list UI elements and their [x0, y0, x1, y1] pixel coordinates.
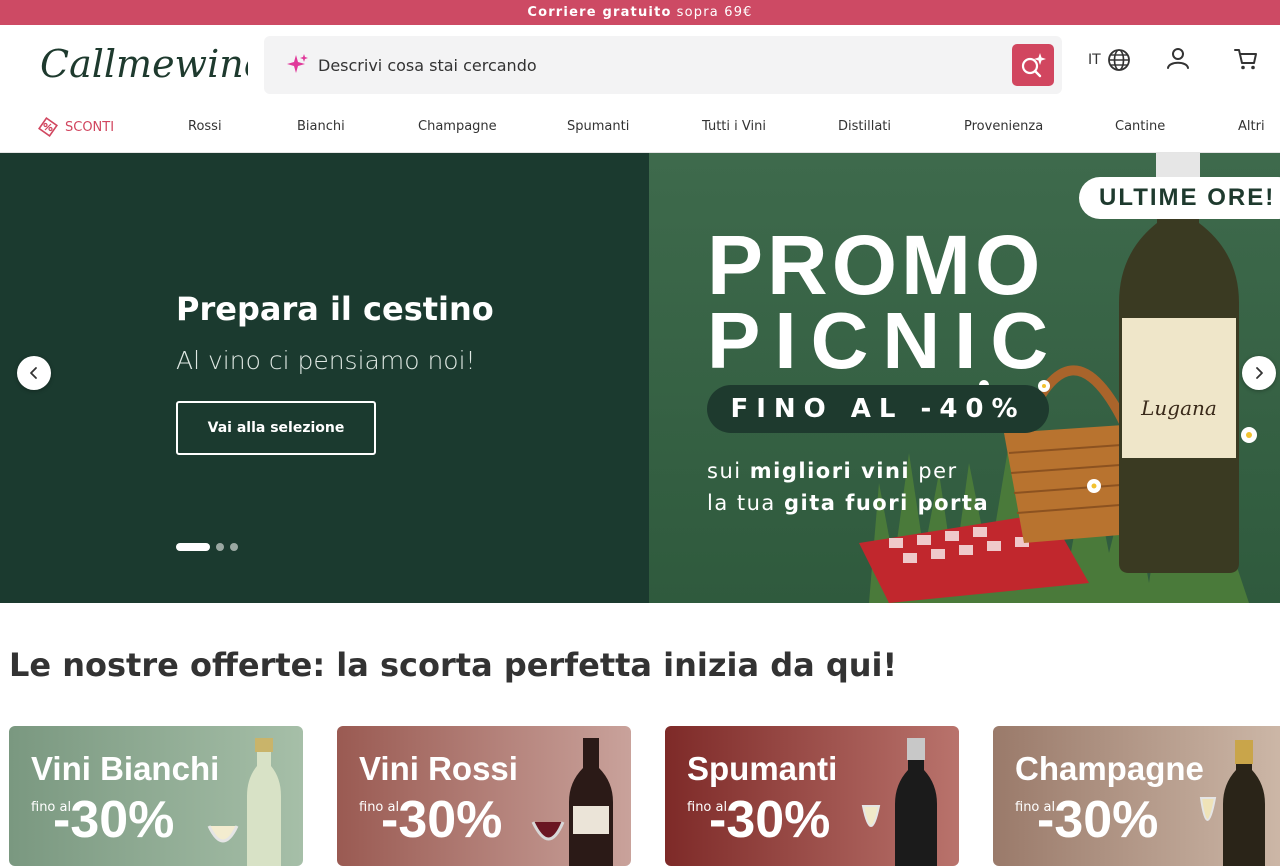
- promo-title-line2: PICNIC: [707, 296, 1063, 385]
- user-icon: [1167, 48, 1189, 69]
- promo-desc-part: sui: [707, 459, 750, 483]
- promo-discount-pill: FINO AL -40%: [707, 385, 1049, 433]
- promo-desc-bold: migliori vini: [749, 459, 911, 483]
- search-bar: [264, 36, 1062, 94]
- promo-title-line1: PROMO: [707, 218, 1045, 312]
- nav-item-rossi[interactable]: Rossi: [188, 119, 222, 134]
- offer-card-title: Vini Bianchi: [31, 750, 220, 787]
- carousel-dot[interactable]: [230, 543, 238, 551]
- offer-card-title: Vini Rossi: [359, 750, 518, 787]
- chevron-right-icon: [1256, 367, 1263, 379]
- offer-card-discount: -30%: [53, 791, 175, 849]
- main-navigation: SCONTI Rossi Bianchi Champagne Spumanti …: [0, 103, 1280, 153]
- nav-item-provenienza[interactable]: Provenienza: [964, 119, 1043, 134]
- promo-description: sui migliori vini per la tua gita fuori …: [707, 455, 989, 519]
- carousel-prev-button[interactable]: [17, 356, 51, 390]
- nav-item-champagne[interactable]: Champagne: [418, 119, 497, 134]
- promo-desc-part: la tua: [707, 491, 784, 515]
- sparkle-icon: [287, 54, 308, 73]
- language-selector[interactable]: IT: [1088, 48, 1131, 72]
- offer-card-discount: -30%: [709, 791, 831, 849]
- nav-item-tutti-i-vini[interactable]: Tutti i Vini: [702, 119, 766, 134]
- offer-card-title: Champagne: [1015, 750, 1204, 787]
- offers-card-row: Vini Bianchi fino al -30% Vini Rossi fin…: [0, 726, 1280, 866]
- shipping-announcement-strong: Corriere gratuito: [527, 5, 672, 20]
- promo-desc-bold: gita fuori porta: [783, 491, 990, 515]
- carousel-dot[interactable]: [176, 543, 210, 551]
- offer-card-champagne[interactable]: Champagne fino al -30%: [993, 726, 1280, 866]
- carousel-dot[interactable]: [216, 543, 224, 551]
- hero-title: Prepara il cestino: [176, 290, 494, 328]
- promo-desc-part: per: [910, 459, 958, 483]
- chevron-left-icon: [30, 367, 37, 379]
- offer-card-title: Spumanti: [687, 750, 838, 787]
- nav-item-cantine[interactable]: Cantine: [1115, 119, 1165, 134]
- cart-icon: [1234, 49, 1257, 70]
- search-input[interactable]: [318, 55, 978, 75]
- nav-item-spumanti[interactable]: Spumanti: [567, 119, 629, 134]
- nav-item-sconti[interactable]: SCONTI: [37, 116, 114, 138]
- offer-card-spumanti[interactable]: Spumanti fino al -30%: [665, 726, 959, 866]
- hero-text-panel: Prepara il cestino Al vino ci pensiamo n…: [0, 153, 649, 603]
- offer-card-vini-rossi[interactable]: Vini Rossi fino al -30%: [337, 726, 631, 866]
- offers-section-title: Le nostre offerte: la scorta perfetta in…: [9, 646, 898, 684]
- nav-item-altri[interactable]: Altri: [1238, 119, 1265, 134]
- nav-item-distillati[interactable]: Distillati: [838, 119, 891, 134]
- account-button[interactable]: [1165, 46, 1191, 76]
- language-code: IT: [1088, 52, 1101, 68]
- globe-icon: [1107, 49, 1130, 71]
- discount-tag-icon: [38, 117, 58, 137]
- offer-card-discount: -30%: [381, 791, 503, 849]
- logo-text-call: Callmewine: [40, 42, 248, 86]
- carousel-next-button[interactable]: [1242, 356, 1276, 390]
- shipping-announcement-threshold: sopra 69€: [676, 5, 753, 20]
- hero-subtitle: Al vino ci pensiamo noi!: [176, 346, 476, 375]
- callmewine-logo[interactable]: Callmewine: [36, 33, 266, 93]
- carousel-pagination: [176, 543, 238, 551]
- shipping-announcement-bar: Corriere gratuito sopra 69€: [0, 0, 1280, 25]
- promo-picnic-banner[interactable]: Lugana PROMO PICNIC FINO AL -40% sui mig…: [649, 153, 1280, 603]
- nav-item-label: SCONTI: [65, 119, 115, 135]
- bottle-label-text: Lugana: [1140, 396, 1217, 420]
- hero-cta-button[interactable]: Vai alla selezione: [176, 401, 376, 455]
- offer-card-discount: -30%: [1037, 791, 1159, 849]
- nav-item-bianchi[interactable]: Bianchi: [297, 119, 345, 134]
- site-header: Callmewine IT: [0, 25, 1280, 103]
- ultime-ore-badge: ULTIME ORE!: [1079, 177, 1280, 219]
- offer-card-vini-bianchi[interactable]: Vini Bianchi fino al -30%: [9, 726, 303, 866]
- hero-carousel: Prepara il cestino Al vino ci pensiamo n…: [0, 153, 1280, 603]
- cart-button[interactable]: [1233, 46, 1259, 76]
- ai-search-button[interactable]: [1012, 44, 1054, 86]
- ai-search-icon: [1021, 53, 1046, 78]
